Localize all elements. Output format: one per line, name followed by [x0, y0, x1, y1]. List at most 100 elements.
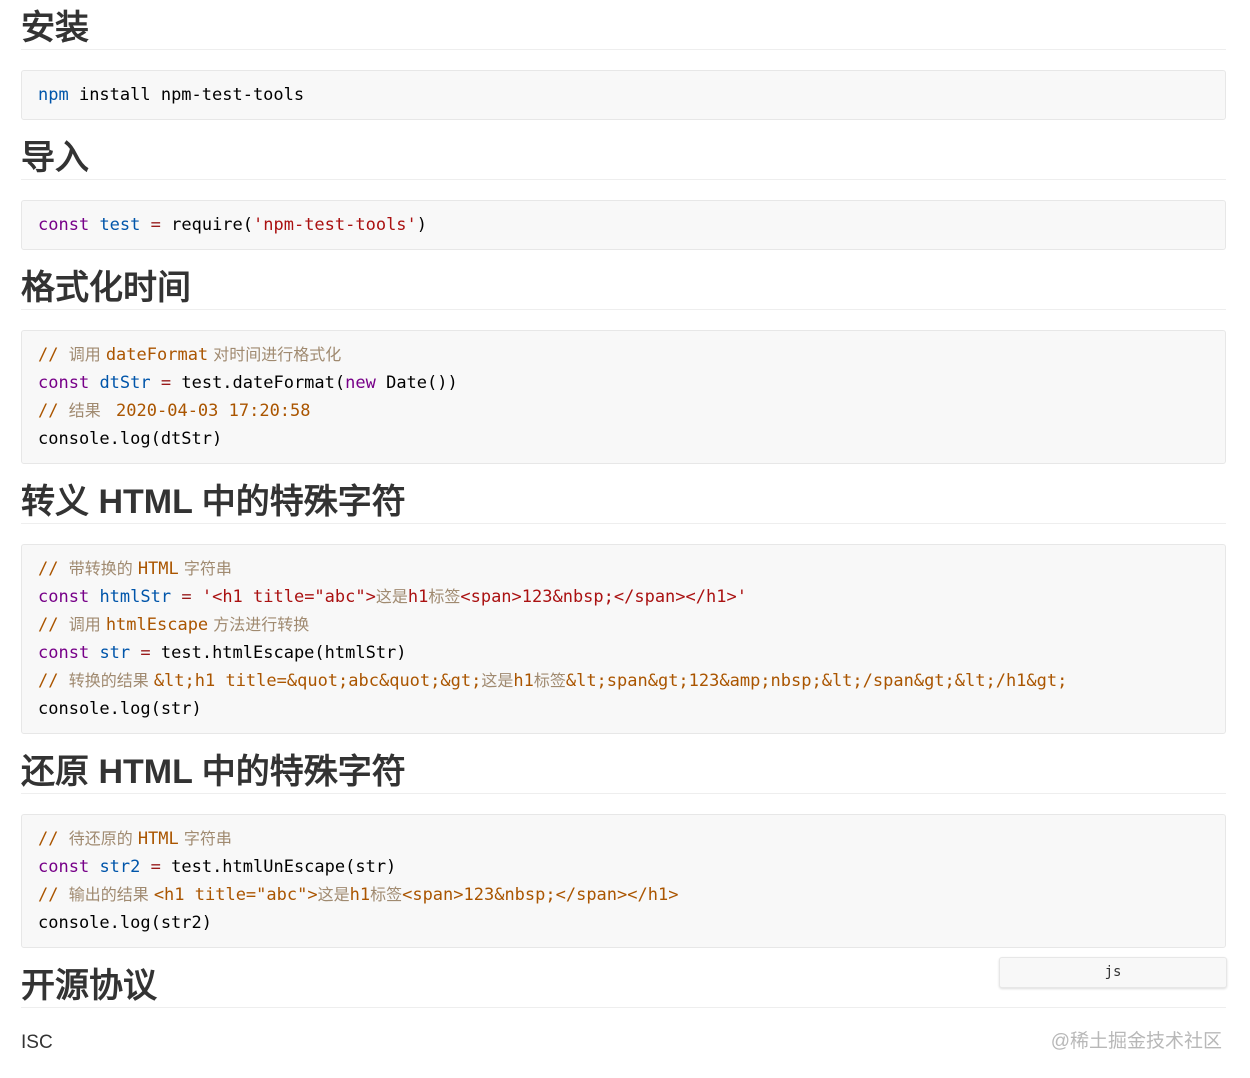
code-token: const	[38, 857, 90, 877]
code-token: console.log(str)	[38, 699, 202, 719]
section-heading: 转义 HTML 中的特殊字符	[21, 474, 1226, 524]
code-token: &lt;span&gt;123&amp;nbsp;&lt;/span&gt;&l…	[565, 671, 1068, 691]
section-heading: 格式化时间	[21, 260, 1226, 310]
code-token: &lt;h1 title=&quot;abc&quot;&gt;	[153, 671, 482, 691]
code-token: 待还原的	[68, 829, 138, 848]
code-token: 2020-04-03 17:20:58	[105, 401, 311, 421]
code-token: //	[38, 829, 69, 849]
code-token: console.log(dtStr)	[38, 429, 223, 449]
code-token: new	[345, 373, 376, 393]
code-token: HTML	[137, 559, 179, 579]
code-token: test.dateFormat(	[171, 373, 346, 393]
code-token: 字符串	[178, 559, 232, 578]
code-token: const	[38, 373, 90, 393]
code-token: =	[150, 857, 161, 877]
code-token: =	[160, 373, 172, 393]
code-line: // 待还原的 HTML 字符串	[38, 825, 1209, 853]
code-token: const	[38, 587, 90, 607]
code-token: 'npm-test-tools'	[253, 215, 417, 235]
code-token: 标签	[370, 885, 403, 904]
code-token: //	[38, 345, 69, 365]
code-token: //	[38, 615, 69, 635]
code-token: )	[416, 215, 428, 235]
code-token: install npm-test-tools	[68, 85, 305, 105]
code-block: // 待还原的 HTML 字符串 const str2 = test.htmlUn…	[21, 814, 1226, 948]
code-token: 字符串	[178, 829, 232, 848]
code-block: // 调用 dateFormat 对时间进行格式化 const dtStr = t…	[21, 330, 1226, 464]
code-token: console.log(str2)	[38, 913, 212, 933]
code-token: <span>123&nbsp;</span></h1>	[402, 885, 679, 905]
code-token: const	[38, 215, 90, 235]
code-line: const str2 = test.htmlUnEscape(str)	[38, 853, 1209, 881]
code-token: h1	[513, 671, 534, 691]
code-line: console.log(str2)	[38, 909, 1209, 937]
code-token: require(	[160, 215, 254, 235]
code-line: const test = require('npm-test-tools')	[38, 211, 1209, 239]
code-token: //	[38, 401, 69, 421]
code-token: =	[140, 643, 151, 663]
code-line: // 带转换的 HTML 字符串	[38, 555, 1209, 583]
code-token: 输出的结果	[68, 885, 154, 904]
code-token: //	[38, 559, 69, 579]
code-token: htmlEscape	[105, 615, 209, 635]
code-token: 方法进行转换	[208, 615, 310, 634]
code-line: // 调用 dateFormat 对时间进行格式化	[38, 341, 1209, 369]
code-token: 结果	[68, 401, 106, 420]
code-token: dtStr	[99, 373, 151, 393]
code-line: // 输出的结果 <h1 title="abc">这是h1标签<span>123…	[38, 881, 1209, 909]
watermark: @稀土掘金技术社区	[1050, 1031, 1222, 1052]
code-token: 转换的结果	[68, 671, 154, 690]
code-line: const dtStr = test.dateFormat(new Date()…	[38, 369, 1209, 397]
code-line: // 调用 htmlEscape 方法进行转换	[38, 611, 1209, 639]
code-line: npm install npm-test-tools	[38, 81, 1209, 109]
code-token: 标签	[428, 587, 461, 606]
code-line: // 转换的结果 &lt;h1 title=&quot;abc&quot;&gt…	[38, 667, 1209, 695]
code-block: const test = require('npm-test-tools')	[21, 200, 1226, 250]
code-token: test.htmlUnEscape(str)	[160, 857, 397, 877]
code-block: npm install npm-test-tools	[21, 70, 1226, 120]
code-token: htmlStr	[99, 587, 172, 607]
document-content: 安装 npm install npm-test-tools 导入 const test…	[21, 0, 1226, 1054]
code-line: console.log(str)	[38, 695, 1209, 723]
code-token: //	[38, 671, 69, 691]
code-token: str2	[99, 857, 141, 877]
section-heading: 导入	[21, 130, 1226, 180]
code-token: 调用	[68, 345, 106, 364]
code-line: const str = test.htmlEscape(htmlStr)	[38, 639, 1209, 667]
code-token: str	[99, 643, 131, 663]
code-language-label[interactable]: js	[999, 957, 1227, 988]
code-token: <span>123&nbsp;</span></h1>'	[460, 587, 747, 607]
code-token: 带转换的	[68, 559, 138, 578]
code-token: '<h1 title="abc">	[201, 587, 376, 607]
section-heading: 还原 HTML 中的特殊字符	[21, 744, 1226, 794]
code-token: 标签	[533, 671, 566, 690]
section-heading: 安装	[21, 0, 1226, 50]
code-token: //	[38, 885, 69, 905]
code-token: =	[181, 587, 192, 607]
code-token: const	[38, 643, 90, 663]
code-token: 调用	[68, 615, 106, 634]
code-token: =	[150, 215, 161, 235]
code-line: console.log(dtStr)	[38, 425, 1209, 453]
code-token: 这是	[375, 587, 408, 606]
paragraph: ISC	[21, 1032, 53, 1053]
code-token: <h1 title="abc">	[153, 885, 318, 905]
code-line: // 结果 2020-04-03 17:20:58	[38, 397, 1209, 425]
code-line: const htmlStr = '<h1 title="abc">这是h1标签<…	[38, 583, 1209, 611]
code-token: test.htmlEscape(htmlStr)	[150, 643, 407, 663]
code-block: // 带转换的 HTML 字符串 const htmlStr = '<h1 tit…	[21, 544, 1226, 734]
code-token: h1	[349, 885, 371, 905]
code-token: npm	[38, 85, 69, 105]
code-token: test	[99, 215, 141, 235]
code-token: HTML	[137, 829, 179, 849]
